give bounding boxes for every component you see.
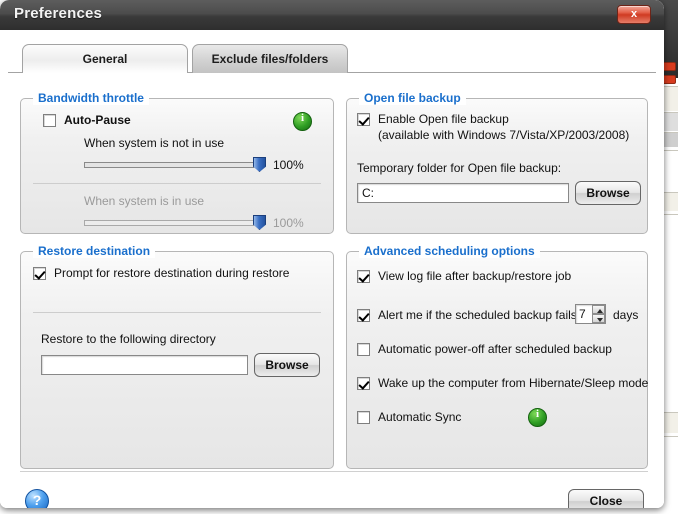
days-spinner-value: 7 xyxy=(579,307,586,321)
checkbox-label-alert-backup-fails: Alert me if the scheduled backup fails f… xyxy=(378,308,595,322)
tab-exclude-files-folders[interactable]: Exclude files/folders xyxy=(192,44,348,73)
restore-directory-input[interactable] xyxy=(41,355,248,375)
close-button[interactable]: Close xyxy=(568,489,644,508)
label-days-unit: days xyxy=(613,308,639,322)
titlebar-close-button[interactable]: x xyxy=(617,5,651,24)
checkbox-label-automatic-power-off: Automatic power-off after scheduled back… xyxy=(378,342,612,356)
dialog-footer: Close xyxy=(0,469,664,508)
temporary-folder-input[interactable] xyxy=(357,183,569,203)
value-not-in-use: 100% xyxy=(273,158,304,172)
checkbox-view-log-file[interactable] xyxy=(357,270,370,283)
dialog-title: Preferences xyxy=(14,5,103,22)
dialog-body: General Exclude files/folders Bandwidth … xyxy=(0,30,664,508)
checkbox-row-auto-pause[interactable]: Auto-Pause xyxy=(43,113,131,127)
checkbox-row-automatic-sync[interactable]: Automatic Sync xyxy=(357,410,461,424)
checkbox-label-view-log-file: View log file after backup/restore job xyxy=(378,269,572,283)
slider-thumb[interactable] xyxy=(253,215,266,230)
label-restore-directory: Restore to the following directory xyxy=(41,332,216,346)
panel-divider xyxy=(33,183,321,184)
label-open-file-backup-availability: (available with Windows 7/Vista/XP/2003/… xyxy=(378,128,630,142)
browse-button-restore-directory[interactable]: Browse xyxy=(254,353,320,377)
checkbox-automatic-sync[interactable] xyxy=(357,411,370,424)
info-icon-bandwidth[interactable] xyxy=(293,112,312,131)
browse-button-temp-folder[interactable]: Browse xyxy=(575,181,641,205)
panel-title-bandwidth-throttle: Bandwidth throttle xyxy=(33,91,149,105)
value-in-use: 100% xyxy=(273,216,304,230)
days-spinner-arrows xyxy=(592,305,605,323)
checkbox-row-view-log-file[interactable]: View log file after backup/restore job xyxy=(357,269,571,283)
panel-bandwidth-throttle: Bandwidth throttle Auto-Pause When syste… xyxy=(20,91,334,234)
panel-title-advanced-scheduling-options: Advanced scheduling options xyxy=(359,244,540,258)
spinner-down-icon[interactable] xyxy=(592,314,605,323)
tab-content-general: Bandwidth throttle Auto-Pause When syste… xyxy=(0,73,664,508)
panel-title-open-file-backup: Open file backup xyxy=(359,91,466,105)
panel-open-file-backup: Open file backup Enable Open file backup… xyxy=(346,91,648,234)
tab-general[interactable]: General xyxy=(22,44,188,73)
preferences-dialog: Preferences x General Exclude files/fold… xyxy=(0,0,664,508)
help-icon[interactable] xyxy=(25,489,49,508)
panel-advanced-scheduling-options: Advanced scheduling options View log fil… xyxy=(346,244,648,469)
footer-divider xyxy=(20,471,648,472)
slider-not-in-use[interactable] xyxy=(84,157,266,172)
slider-track xyxy=(84,220,264,226)
panel-divider xyxy=(33,312,321,313)
checkbox-alert-backup-fails[interactable] xyxy=(357,309,370,322)
dialog-titlebar: Preferences x xyxy=(0,0,664,30)
slider-in-use[interactable] xyxy=(84,215,266,230)
checkbox-label-enable-open-file-backup: Enable Open file backup xyxy=(378,112,509,126)
checkbox-row-alert-backup-fails[interactable]: Alert me if the scheduled backup fails f… xyxy=(357,308,594,322)
checkbox-label-prompt-restore-destination: Prompt for restore destination during re… xyxy=(54,266,290,280)
checkbox-row-wake-up-computer[interactable]: Wake up the computer from Hibernate/Slee… xyxy=(357,376,648,390)
info-icon-automatic-sync[interactable] xyxy=(528,408,547,427)
checkbox-prompt-restore-destination[interactable] xyxy=(33,267,46,280)
tab-strip: General Exclude files/folders xyxy=(8,30,656,73)
slider-track xyxy=(84,162,264,168)
checkbox-wake-up-computer[interactable] xyxy=(357,377,370,390)
days-spinner[interactable]: 7 xyxy=(575,304,606,324)
checkbox-row-enable-open-file-backup[interactable]: Enable Open file backup xyxy=(357,112,509,126)
label-temporary-folder: Temporary folder for Open file backup: xyxy=(357,161,562,175)
panel-restore-destination: Restore destination Prompt for restore d… xyxy=(20,244,334,469)
checkbox-label-auto-pause: Auto-Pause xyxy=(64,113,131,127)
checkbox-auto-pause[interactable] xyxy=(43,114,56,127)
checkbox-automatic-power-off[interactable] xyxy=(357,343,370,356)
label-when-system-not-in-use: When system is not in use xyxy=(84,136,225,150)
checkbox-enable-open-file-backup[interactable] xyxy=(357,113,370,126)
checkbox-label-automatic-sync: Automatic Sync xyxy=(378,410,462,424)
checkbox-row-automatic-power-off[interactable]: Automatic power-off after scheduled back… xyxy=(357,342,612,356)
slider-thumb[interactable] xyxy=(253,157,266,172)
checkbox-row-prompt-restore-destination[interactable]: Prompt for restore destination during re… xyxy=(33,266,289,280)
checkbox-label-wake-up-computer: Wake up the computer from Hibernate/Slee… xyxy=(378,376,649,390)
panel-title-restore-destination: Restore destination xyxy=(33,244,156,258)
label-when-system-in-use: When system is in use xyxy=(84,194,205,208)
spinner-up-icon[interactable] xyxy=(592,305,605,314)
